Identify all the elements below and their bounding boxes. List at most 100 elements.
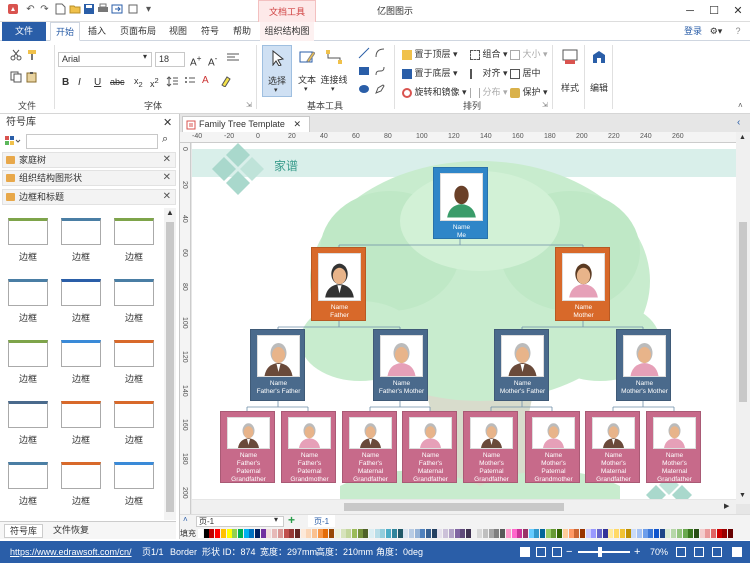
color-swatch[interactable] [505,529,511,538]
center-button[interactable]: 居中 [510,66,541,79]
color-swatch[interactable] [619,529,625,538]
document-tab[interactable]: Family Tree Template ✕ [182,116,310,132]
color-swatch[interactable] [408,529,414,538]
size-button[interactable]: 大小 ▾ [510,47,548,60]
font-dialog-launcher-icon[interactable]: ⇲ [246,101,252,109]
color-swatch[interactable] [209,529,215,538]
color-swatch[interactable] [488,529,494,538]
color-swatch[interactable] [289,529,295,538]
color-swatch[interactable] [226,529,232,538]
color-swatch[interactable] [306,529,312,538]
font-family-select[interactable]: Arial [58,52,152,67]
color-swatch[interactable] [357,529,363,538]
group-button[interactable]: 组合 ▾ [470,47,508,60]
page-prev-icon[interactable]: ˄ [183,515,188,524]
color-swatch[interactable] [443,529,449,538]
color-swatch[interactable] [312,529,317,538]
color-swatch[interactable] [283,529,289,538]
edit-button[interactable]: 编辑 [588,45,610,97]
fit-width-icon[interactable] [694,547,704,557]
library-shape-border[interactable] [61,462,101,489]
color-swatch[interactable] [243,529,249,538]
color-swatch[interactable] [323,529,329,538]
curve-tool-icon[interactable] [374,65,386,79]
library-shape-border[interactable] [61,340,101,367]
page-selector[interactable]: 页-1 [196,516,284,527]
color-swatch[interactable] [340,529,346,538]
library-shape-border[interactable] [61,218,101,245]
color-swatch[interactable] [272,529,278,538]
ellipse-tool-icon[interactable] [358,83,370,97]
color-swatch[interactable] [591,529,597,538]
line-tool-icon[interactable] [358,47,370,61]
color-swatch[interactable] [665,529,671,538]
color-swatch[interactable] [676,529,682,538]
color-swatch[interactable] [403,529,409,538]
color-swatch[interactable] [198,529,203,538]
tab-view[interactable]: 视图 [164,22,192,41]
section-close-icon[interactable]: ✕ [163,153,171,167]
horizontal-scroll-thumb[interactable] [344,503,564,511]
font-family-dropdown-icon[interactable]: ▾ [143,52,147,61]
color-swatch[interactable] [528,529,534,538]
color-swatch[interactable] [648,529,654,538]
library-shape-border[interactable] [114,279,154,306]
color-swatch[interactable] [426,529,431,538]
tab-org-chart[interactable]: 组织结构图 [260,22,314,41]
open-file-icon[interactable] [68,3,81,16]
connector-tool-button[interactable]: 连接线 ▾ [320,45,348,97]
card-mother[interactable]: Name Mother [555,247,610,321]
color-swatch[interactable] [363,529,369,538]
full-screen-icon[interactable] [712,547,722,557]
color-swatch[interactable] [716,529,722,538]
card-father[interactable]: Name Father [311,247,366,321]
color-swatch[interactable] [557,529,563,538]
search-icon[interactable]: ⌕ [162,133,168,146]
color-swatch[interactable] [483,529,488,538]
card-great-grandparent[interactable]: Name Mother's Paternal Grandmother [525,411,580,483]
color-swatch[interactable] [568,529,574,538]
color-swatch[interactable] [688,529,694,538]
color-swatch[interactable] [420,529,426,538]
library-shape-border[interactable] [61,401,101,428]
tab-help[interactable]: 帮助 [228,22,256,41]
library-shape-border[interactable] [8,279,48,306]
tab-file-recovery[interactable]: 文件恢复 [48,524,94,538]
color-swatch[interactable] [659,529,665,538]
paste-icon[interactable] [26,71,38,85]
card-great-grandparent[interactable]: Name Mother's Maternal Grandfather [585,411,640,483]
panel-collapse-icon[interactable]: ‹ [737,117,740,128]
tab-symbols[interactable]: 符号 [196,22,224,41]
add-page-icon[interactable]: + [288,513,295,527]
tab-page-layout[interactable]: 页面布局 [116,22,160,41]
copy-icon[interactable] [10,71,22,85]
color-swatch[interactable] [294,529,300,538]
tab-home[interactable]: 开始 [50,22,80,41]
color-swatch[interactable] [380,529,386,538]
color-swatch[interactable] [511,529,517,538]
save-icon[interactable] [82,3,95,16]
color-swatch[interactable] [705,529,711,538]
zoom-out-icon[interactable]: − [566,541,572,563]
color-swatch[interactable] [215,529,221,538]
library-menu-icon[interactable] [4,134,22,148]
color-swatch[interactable] [414,529,420,538]
tab-symbol-library[interactable]: 符号库 [4,524,44,538]
scroll-right-icon[interactable]: ▶ [724,502,729,510]
zoom-slider[interactable] [578,551,630,553]
library-section-org-shapes[interactable]: 组织结构图形状 ✕ [2,170,176,186]
align-text-icon[interactable] [226,52,240,64]
settings-gear-icon[interactable]: ⚙▾ [706,22,726,41]
redo-icon[interactable]: ↷ [38,3,51,16]
scroll-thumb[interactable] [166,222,174,512]
pen-tool-icon[interactable] [374,83,386,97]
color-swatch[interactable] [329,529,335,538]
color-swatch[interactable] [266,529,272,538]
arrange-dialog-launcher-icon[interactable]: ⇲ [542,101,548,109]
protect-button[interactable]: 保护 ▾ [510,85,548,98]
color-swatch[interactable] [602,529,608,538]
fit-view-icon[interactable] [552,547,562,557]
color-swatch[interactable] [232,529,238,538]
document-tab-close-icon[interactable]: ✕ [293,117,301,132]
library-scrollbar[interactable]: ▲ [164,208,176,520]
